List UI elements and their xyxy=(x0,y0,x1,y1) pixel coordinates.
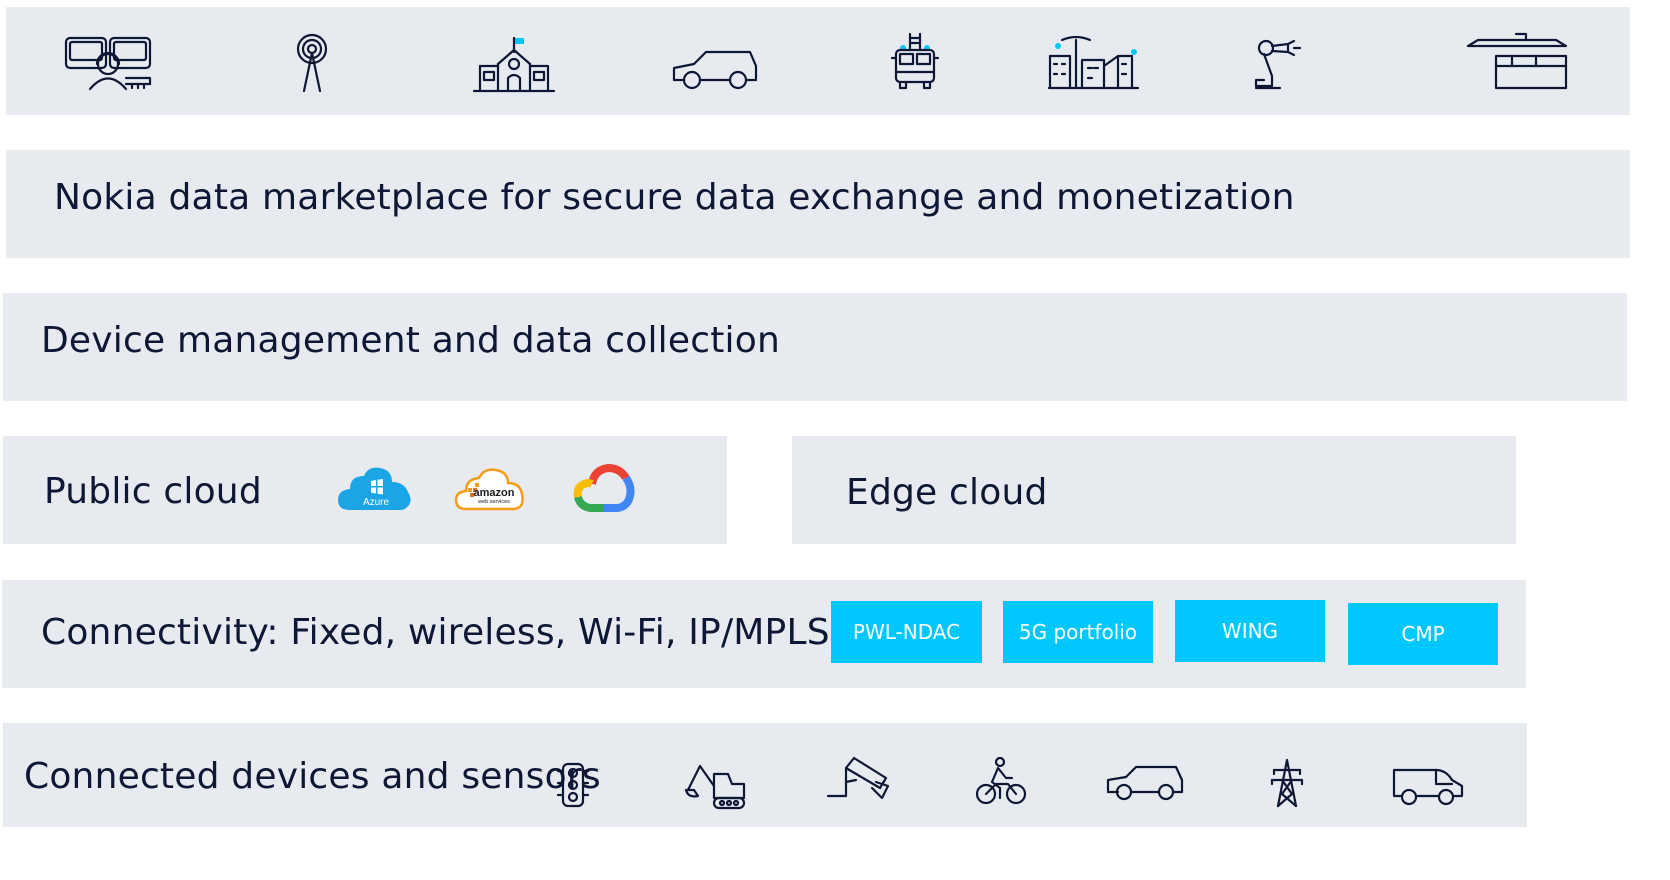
aws-text: amazon xyxy=(474,487,515,499)
connectivity-label: Connectivity: Fixed, wireless, Wi-Fi, IP… xyxy=(41,612,830,653)
radio-tower-icon xyxy=(290,33,334,93)
marketplace-label: Nokia data marketplace for secure data e… xyxy=(54,177,1295,218)
headset-operator-icon xyxy=(64,34,154,91)
power-pylon-icon xyxy=(1270,758,1304,808)
azure-cloud-icon: Azure xyxy=(338,466,414,512)
chip-cmp[interactable]: CMP xyxy=(1348,603,1498,665)
aws-cloud-icon: amazon web services xyxy=(454,466,526,512)
aws-subtext: web services xyxy=(477,499,510,505)
public-cloud-label: Public cloud xyxy=(44,471,262,512)
use-cases-band xyxy=(6,7,1630,115)
chip-wing[interactable]: WING xyxy=(1175,600,1325,662)
van-icon xyxy=(1392,766,1464,806)
google-cloud-icon xyxy=(573,463,636,514)
smart-city-icon xyxy=(1047,35,1140,90)
car-icon xyxy=(672,48,760,90)
car-icon xyxy=(1106,764,1186,802)
cctv-camera-icon xyxy=(826,756,892,802)
warehouse-icon xyxy=(1466,32,1570,92)
excavator-icon xyxy=(684,760,748,810)
fire-truck-icon xyxy=(890,32,940,92)
school-building-icon xyxy=(472,34,556,94)
device-management-label: Device management and data collection xyxy=(41,320,780,361)
chip-5g-portfolio[interactable]: 5G portfolio xyxy=(1003,601,1153,663)
cyclist-icon xyxy=(975,756,1027,806)
chip-pwl-ndac[interactable]: PWL-NDAC xyxy=(831,601,982,663)
devices-label: Connected devices and sensors xyxy=(24,756,601,797)
edge-cloud-label: Edge cloud xyxy=(846,472,1048,513)
traffic-light-icon xyxy=(556,762,590,808)
robot-arm-icon xyxy=(1254,36,1306,90)
azure-text: Azure xyxy=(363,497,390,508)
